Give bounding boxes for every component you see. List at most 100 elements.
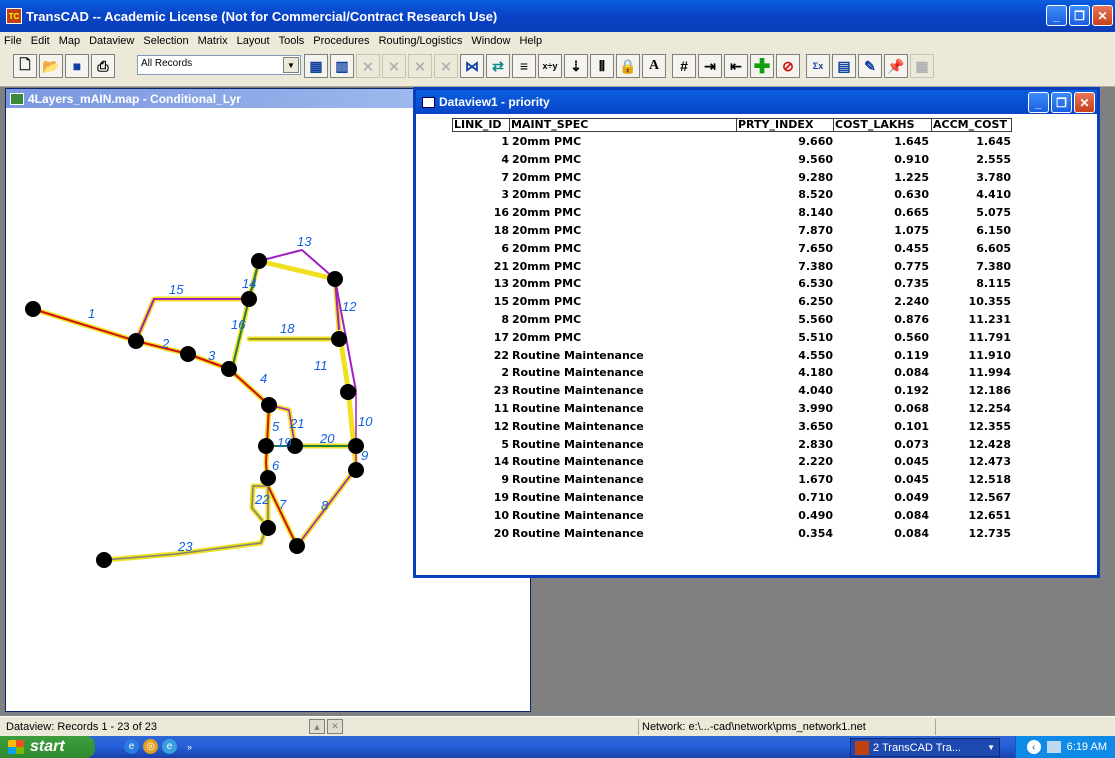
open-folder-icon[interactable]: 📂 — [39, 54, 63, 78]
table-row[interactable]: 7 20mm PMC 9.280 1.225 3.780 — [416, 170, 1097, 188]
dataview-title-bar[interactable]: Dataview1 - priority _ ❐ ✕ — [416, 90, 1097, 114]
node[interactable] — [289, 538, 305, 554]
menu-routing-logistics[interactable]: Routing/Logistics — [379, 35, 463, 47]
media-player-icon[interactable]: ◎ — [143, 739, 158, 754]
start-button[interactable]: start — [0, 736, 95, 758]
move-left-icon[interactable]: ⇤ — [724, 54, 748, 78]
table-row[interactable]: 15 20mm PMC 6.250 2.240 10.355 — [416, 294, 1097, 312]
chevron-right-icon[interactable]: » — [182, 739, 197, 754]
chevron-down-icon[interactable]: ▼ — [283, 57, 299, 73]
table-row[interactable]: 13 20mm PMC 6.530 0.735 8.115 — [416, 276, 1097, 294]
sort-icon[interactable]: ≡ — [512, 54, 536, 78]
text-format-icon[interactable]: A — [642, 54, 666, 78]
close-button[interactable]: ✕ — [1092, 5, 1113, 26]
table-row[interactable]: 14 Routine Maintenance 2.220 0.045 12.473 — [416, 454, 1097, 472]
arrange-icon[interactable]: ⇄ — [486, 54, 510, 78]
move-right-icon[interactable]: ⇥ — [698, 54, 722, 78]
selection-set-combo[interactable]: All Records ▼ — [137, 55, 301, 75]
node[interactable] — [25, 301, 41, 317]
dataview-icon[interactable]: ▦ — [304, 54, 328, 78]
table-row[interactable]: 16 20mm PMC 8.140 0.665 5.075 — [416, 205, 1097, 223]
table-row[interactable]: 2 Routine Maintenance 4.180 0.084 11.994 — [416, 365, 1097, 383]
table-row[interactable]: 18 20mm PMC 7.870 1.075 6.150 — [416, 223, 1097, 241]
scroll-up-icon[interactable]: ▲ — [309, 719, 325, 734]
print-icon[interactable]: ⎙ — [91, 54, 115, 78]
table-row[interactable]: 6 20mm PMC 7.650 0.455 6.605 — [416, 241, 1097, 259]
node[interactable] — [221, 361, 237, 377]
table-row[interactable]: 10 Routine Maintenance 0.490 0.084 12.651 — [416, 508, 1097, 526]
tray-arrow-icon[interactable]: ‹ — [1026, 740, 1041, 754]
table-row[interactable]: 19 Routine Maintenance 0.710 0.049 12.567 — [416, 490, 1097, 508]
node[interactable] — [327, 271, 343, 287]
fill-icon[interactable]: ⇣ — [564, 54, 588, 78]
close-panel-icon[interactable]: ✕ — [327, 719, 343, 734]
node[interactable] — [261, 397, 277, 413]
dataview-window[interactable]: Dataview1 - priority _ ❐ ✕ LINK_ID MAINT… — [414, 88, 1099, 577]
node[interactable] — [128, 333, 144, 349]
menu-procedures[interactable]: Procedures — [313, 35, 369, 47]
save-icon[interactable]: ■ — [65, 54, 89, 78]
menu-file[interactable]: File — [4, 35, 22, 47]
minimize-button[interactable]: _ — [1046, 5, 1067, 26]
table-row[interactable]: 11 Routine Maintenance 3.990 0.068 12.254 — [416, 401, 1097, 419]
column-header-link-id[interactable]: LINK_ID — [452, 118, 510, 132]
taskbar-item-transcad[interactable]: 2 TransCAD Tra... ▼ — [850, 738, 1000, 757]
join-icon[interactable]: ⋈ — [460, 54, 484, 78]
sum-icon[interactable]: Σx — [806, 54, 830, 78]
restore-button[interactable]: ❐ — [1069, 5, 1090, 26]
network-tray-icon[interactable] — [1046, 741, 1061, 753]
node[interactable] — [241, 291, 257, 307]
lock-icon[interactable]: 🔒 — [616, 54, 640, 78]
internet-explorer-icon[interactable]: e — [124, 739, 139, 754]
column-header-maint-spec[interactable]: MAINT_SPEC — [509, 118, 737, 132]
menu-dataview[interactable]: Dataview — [89, 35, 134, 47]
pin-icon[interactable]: 📌 — [884, 54, 908, 78]
menu-help[interactable]: Help — [519, 35, 542, 47]
table-row[interactable]: 5 Routine Maintenance 2.830 0.073 12.428 — [416, 437, 1097, 455]
node[interactable] — [331, 331, 347, 347]
table-row[interactable]: 23 Routine Maintenance 4.040 0.192 12.186 — [416, 383, 1097, 401]
table-row[interactable]: 4 20mm PMC 9.560 0.910 2.555 — [416, 152, 1097, 170]
node[interactable] — [251, 253, 267, 269]
node[interactable] — [258, 438, 274, 454]
dataview-restore-button[interactable]: ❐ — [1051, 92, 1072, 113]
formula-icon[interactable]: x÷y — [538, 54, 562, 78]
table-row[interactable]: 1 20mm PMC 9.660 1.645 1.645 — [416, 134, 1097, 152]
column-header-cost-lakhs[interactable]: COST_LAKHS — [833, 118, 932, 132]
app-title-bar[interactable]: TC TransCAD -- Academic License (Not for… — [0, 0, 1115, 32]
add-record-icon[interactable]: ✚ — [750, 54, 774, 78]
columns-icon[interactable]: ⫴ — [590, 54, 614, 78]
delete-record-icon[interactable]: ⊘ — [776, 54, 800, 78]
table-row[interactable]: 20 Routine Maintenance 0.354 0.084 12.735 — [416, 526, 1097, 544]
menu-map[interactable]: Map — [59, 35, 80, 47]
table-row[interactable]: 21 20mm PMC 7.380 0.775 7.380 — [416, 259, 1097, 277]
number-format-icon[interactable]: # — [672, 54, 696, 78]
node[interactable] — [96, 552, 112, 568]
menu-window[interactable]: Window — [471, 35, 510, 47]
table-row[interactable]: 12 Routine Maintenance 3.650 0.101 12.355 — [416, 419, 1097, 437]
edit-record-icon[interactable]: ✎ — [858, 54, 882, 78]
browser-icon[interactable]: e — [162, 739, 177, 754]
menu-layout[interactable]: Layout — [237, 35, 270, 47]
menu-tools[interactable]: Tools — [279, 35, 305, 47]
table-row[interactable]: 17 20mm PMC 5.510 0.560 11.791 — [416, 330, 1097, 348]
table-row[interactable]: 9 Routine Maintenance 1.670 0.045 12.518 — [416, 472, 1097, 490]
table-row[interactable]: 22 Routine Maintenance 4.550 0.119 11.910 — [416, 348, 1097, 366]
dataview-minimize-button[interactable]: _ — [1028, 92, 1049, 113]
transcad-app-icon[interactable]: TC — [6, 8, 22, 24]
menu-selection[interactable]: Selection — [143, 35, 188, 47]
table-row[interactable]: 3 20mm PMC 8.520 0.630 4.410 — [416, 187, 1097, 205]
column-header-prty-index[interactable]: PRTY_INDEX — [736, 118, 834, 132]
dataview-close-button[interactable]: ✕ — [1074, 92, 1095, 113]
table-row[interactable]: 8 20mm PMC 5.560 0.876 11.231 — [416, 312, 1097, 330]
table-icon[interactable]: ▤ — [832, 54, 856, 78]
column-header-accm-cost[interactable]: ACCM_COST — [931, 118, 1012, 132]
node[interactable] — [260, 520, 276, 536]
new-file-icon[interactable]: 🗋 — [13, 54, 37, 78]
node[interactable] — [340, 384, 356, 400]
node[interactable] — [180, 346, 196, 362]
menu-matrix[interactable]: Matrix — [198, 35, 228, 47]
menu-edit[interactable]: Edit — [31, 35, 50, 47]
chart-icon[interactable]: ▥ — [330, 54, 354, 78]
node[interactable] — [348, 462, 364, 478]
